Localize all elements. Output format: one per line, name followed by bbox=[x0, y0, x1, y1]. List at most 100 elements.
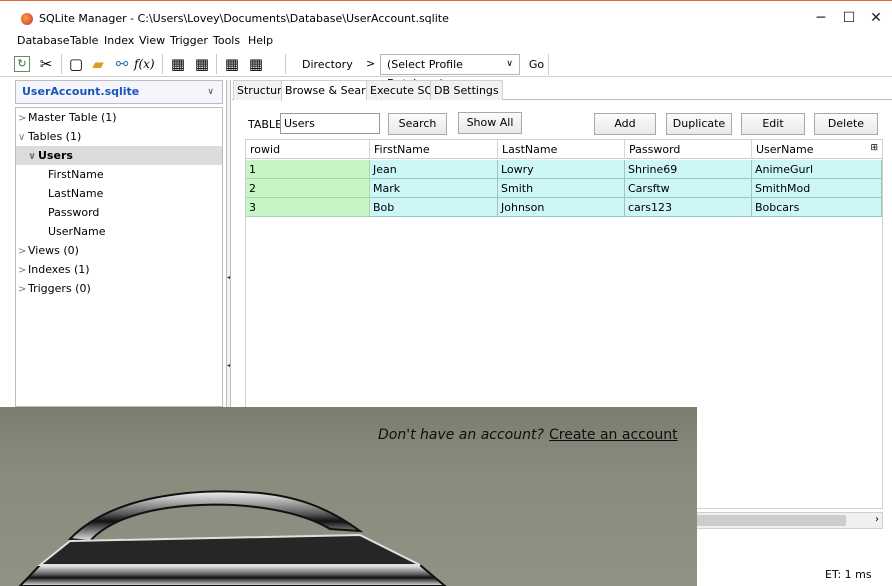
menu-database[interactable]: Database bbox=[17, 34, 70, 47]
connect-database-icon[interactable]: ⚯ bbox=[112, 54, 132, 74]
car-logo-image bbox=[18, 490, 447, 586]
cell-lastname[interactable]: Smith bbox=[498, 179, 625, 198]
refresh-icon[interactable]: ↻ bbox=[14, 56, 30, 72]
drop-index-icon[interactable]: ▦ bbox=[246, 54, 266, 74]
tree-item-firstname[interactable]: FirstName bbox=[16, 165, 222, 184]
chevron-right-icon[interactable]: > bbox=[18, 242, 28, 261]
chevron-right-icon[interactable]: > bbox=[18, 280, 28, 299]
table-row[interactable]: 2 Mark Smith Carsftw SmithMod bbox=[246, 179, 882, 198]
login-panel: Don't have an account? Create an account bbox=[0, 407, 697, 586]
tree-item-master-table[interactable]: > Master Table (1) bbox=[16, 108, 222, 127]
menu-trigger[interactable]: Trigger bbox=[170, 34, 208, 47]
directory-arrow[interactable]: > bbox=[366, 57, 375, 70]
cell-firstname[interactable]: Bob bbox=[370, 198, 498, 217]
tab-bar: Structure Browse & Search Execute SQL DB… bbox=[232, 80, 892, 101]
menu-table[interactable]: Table bbox=[70, 34, 98, 47]
column-header-lastname[interactable]: LastName bbox=[498, 140, 625, 159]
scroll-right-icon[interactable]: › bbox=[875, 514, 879, 525]
menu-index[interactable]: Index bbox=[104, 34, 134, 47]
collapse-right-icon[interactable]: ◂ bbox=[227, 363, 230, 369]
table-row[interactable]: 1 Jean Lowry Shrine69 AnimeGurl bbox=[246, 160, 882, 179]
cell-rowid[interactable]: 3 bbox=[246, 198, 370, 217]
tree-item-views[interactable]: > Views (0) bbox=[16, 241, 222, 260]
search-button[interactable]: Search bbox=[388, 113, 447, 135]
cell-lastname[interactable]: Johnson bbox=[498, 198, 625, 217]
tree-item-users[interactable]: ∨ Users bbox=[16, 146, 222, 165]
cell-password[interactable]: Carsftw bbox=[625, 179, 752, 198]
chevron-down-icon: ∨ bbox=[207, 87, 214, 97]
menu-tools[interactable]: Tools bbox=[213, 34, 240, 47]
tree-item-label: Triggers (0) bbox=[28, 282, 91, 295]
cell-username[interactable]: AnimeGurl bbox=[752, 160, 882, 179]
delete-button[interactable]: Delete bbox=[814, 113, 878, 135]
drop-table-icon[interactable]: ▦ bbox=[192, 54, 212, 74]
open-database-icon[interactable]: ▰ bbox=[88, 54, 108, 74]
close-button[interactable]: ✕ bbox=[861, 7, 891, 29]
no-account-prompt: Don't have an account? bbox=[378, 427, 544, 443]
minimize-button[interactable]: ─ bbox=[806, 7, 836, 29]
menu-help[interactable]: Help bbox=[248, 34, 273, 47]
add-button[interactable]: Add bbox=[594, 113, 656, 135]
new-database-icon[interactable]: ▢ bbox=[66, 54, 86, 74]
chevron-down-icon: ∨ bbox=[506, 59, 513, 69]
menu-view[interactable]: View bbox=[139, 34, 165, 47]
tree-item-password[interactable]: Password bbox=[16, 203, 222, 222]
cell-firstname[interactable]: Mark bbox=[370, 179, 498, 198]
database-select[interactable]: UserAccount.sqlite ∨ bbox=[15, 80, 223, 104]
column-picker-icon[interactable]: ⊞ bbox=[870, 143, 878, 153]
tree-item-label: Indexes (1) bbox=[28, 263, 90, 276]
cell-password[interactable]: cars123 bbox=[625, 198, 752, 217]
tree-item-label: Tables (1) bbox=[28, 130, 82, 143]
chevron-down-icon[interactable]: ∨ bbox=[18, 128, 28, 147]
chevron-right-icon[interactable]: > bbox=[18, 261, 28, 280]
column-header-firstname[interactable]: FirstName bbox=[370, 140, 498, 159]
app-root: SQLite Manager - C:\Users\Lovey\Document… bbox=[0, 0, 892, 586]
table-name-input[interactable]: Users bbox=[280, 113, 380, 134]
chevron-right-icon[interactable]: > bbox=[18, 109, 28, 128]
title-bar: SQLite Manager - C:\Users\Lovey\Document… bbox=[0, 0, 892, 33]
schema-tree: > Master Table (1) ∨ Tables (1) ∨ Users FirstN… bbox=[15, 107, 223, 407]
tab-db-settings[interactable]: DB Settings bbox=[430, 80, 503, 100]
cell-username[interactable]: Bobcars bbox=[752, 198, 882, 217]
table-label: TABLE bbox=[248, 118, 283, 131]
tree-item-username[interactable]: UserName bbox=[16, 222, 222, 241]
tools-icon[interactable]: ✂ bbox=[36, 54, 56, 74]
tree-item-label: FirstName bbox=[48, 168, 104, 181]
chevron-down-icon[interactable]: ∨ bbox=[28, 147, 38, 166]
tree-item-tables[interactable]: ∨ Tables (1) bbox=[16, 127, 222, 146]
tree-item-lastname[interactable]: LastName bbox=[16, 184, 222, 203]
database-name: UserAccount.sqlite bbox=[22, 85, 140, 98]
column-header-rowid[interactable]: rowid bbox=[246, 140, 370, 159]
tree-item-label: Password bbox=[48, 206, 100, 219]
column-header-password[interactable]: Password bbox=[625, 140, 752, 159]
cell-password[interactable]: Shrine69 bbox=[625, 160, 752, 179]
function-icon[interactable]: f(x) bbox=[134, 54, 155, 74]
cell-firstname[interactable]: Jean bbox=[370, 160, 498, 179]
tree-item-label: Views (0) bbox=[28, 244, 79, 257]
cell-lastname[interactable]: Lowry bbox=[498, 160, 625, 179]
menu-bar: Database Table Index View Trigger Tools … bbox=[0, 33, 892, 50]
panel-splitter[interactable]: ◂ ◂ bbox=[226, 80, 231, 410]
cell-rowid[interactable]: 1 bbox=[246, 160, 370, 179]
duplicate-button[interactable]: Duplicate bbox=[666, 113, 732, 135]
edit-button[interactable]: Edit bbox=[741, 113, 805, 135]
column-header-username[interactable]: UserName bbox=[752, 140, 882, 159]
tree-item-indexes[interactable]: > Indexes (1) bbox=[16, 260, 222, 279]
tree-item-label: Master Table (1) bbox=[28, 111, 117, 124]
create-account-link[interactable]: Create an account bbox=[549, 427, 678, 443]
cell-rowid[interactable]: 2 bbox=[246, 179, 370, 198]
create-index-icon[interactable]: ▦ bbox=[222, 54, 242, 74]
tree-item-triggers[interactable]: > Triggers (0) bbox=[16, 279, 222, 298]
cell-username[interactable]: SmithMod bbox=[752, 179, 882, 198]
maximize-button[interactable]: ☐ bbox=[834, 7, 864, 29]
firefox-icon bbox=[21, 13, 33, 25]
show-all-button[interactable]: Show All bbox=[458, 112, 522, 134]
profile-database-select[interactable]: (Select Profile Database) ∨ bbox=[380, 54, 520, 90]
tree-item-label: UserName bbox=[48, 225, 106, 238]
create-table-icon[interactable]: ▦ bbox=[168, 54, 188, 74]
table-row[interactable]: 3 Bob Johnson cars123 Bobcars bbox=[246, 198, 882, 217]
window-title: SQLite Manager - C:\Users\Lovey\Document… bbox=[39, 12, 449, 25]
collapse-left-icon[interactable]: ◂ bbox=[227, 275, 230, 281]
go-button[interactable]: Go bbox=[525, 54, 549, 75]
directory-label[interactable]: Directory bbox=[302, 58, 353, 71]
